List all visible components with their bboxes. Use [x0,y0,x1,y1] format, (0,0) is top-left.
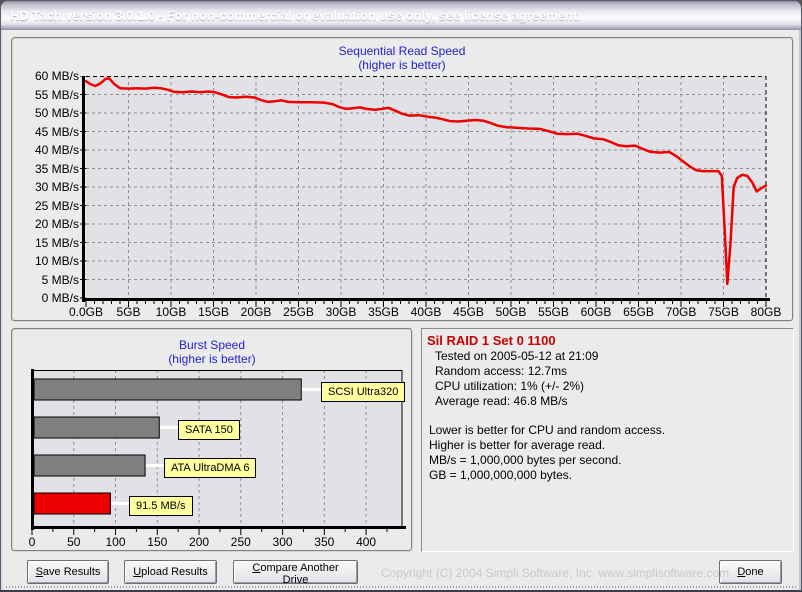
window-bottom-edge [6,586,796,588]
info-note-line: Higher is better for average read. [429,438,789,453]
burst-x-tick-label: 250 [226,535,256,549]
seq-y-tick-label: 20 MB/s [15,217,79,231]
seq-y-tick-label: 45 MB/s [15,125,79,139]
drive-detail-line: Random access: 12.7ms [435,364,789,379]
info-note-line: MB/s = 1,000,000 bytes per second. [429,453,789,468]
seq-y-tick-label: 15 MB/s [15,236,79,250]
seq-y-tick-label: 40 MB/s [15,143,79,157]
title-bar[interactable]: HD Tach version 3.0.1.0 - For non-commer… [1,1,801,30]
burst-x-tick-label: 50 [59,535,89,549]
seq-y-tick-label: 25 MB/s [15,199,79,213]
seq-y-tick-label: 55 MB/s [15,88,79,102]
seq-read-line-chart [80,76,770,308]
burst-x-tick-label: 350 [309,535,339,549]
seq-y-tick-label: 60 MB/s [15,69,79,83]
compare-another-drive-button[interactable]: Compare Another Drive [233,560,358,584]
info-note-line: Lower is better for CPU and random acces… [429,423,789,438]
upload-results-button[interactable]: Upload Results [124,560,217,584]
seq-y-tick-label: 10 MB/s [15,254,79,268]
copyright-text: Copyright (C) 2004 Simpli Software, Inc.… [381,566,696,580]
seq-y-tick-label: 0 MB/s [15,291,79,305]
seq-y-tick-label: 30 MB/s [15,180,79,194]
seq-chart-subtitle: (higher is better) [1,58,802,72]
seq-y-tick-label: 50 MB/s [15,106,79,120]
burst-x-tick-label: 150 [142,535,172,549]
burst-x-tick-label: 100 [101,535,131,549]
burst-bar-label: ATA UltraDMA 6 [164,458,256,478]
drive-test-details: Tested on 2005-05-12 at 21:09Random acce… [435,349,789,409]
burst-x-tick-label: 400 [351,535,381,549]
save-results-button[interactable]: Save Results [27,560,109,584]
burst-bar-label: 91.5 MB/s [129,496,193,516]
drive-name: Sil RAID 1 Set 0 1100 [427,333,789,349]
drive-info-panel: Sil RAID 1 Set 0 1100 Tested on 2005-05-… [421,328,794,552]
burst-x-tick-label: 0 [17,535,47,549]
burst-chart-title: Burst Speed [11,338,413,352]
burst-chart-subtitle: (higher is better) [11,352,413,366]
burst-bar-label: SATA 150 [178,420,240,440]
burst-x-tick-label: 200 [184,535,214,549]
burst-x-tick-label: 300 [268,535,298,549]
drive-detail-line: CPU utilization: 1% (+/- 2%) [435,379,789,394]
seq-chart-title: Sequential Read Speed [1,44,802,58]
hd-tach-window: HD Tach version 3.0.1.0 - For non-commer… [0,0,802,592]
seq-x-tick-label: 80GB [740,305,792,319]
window-title: HD Tach version 3.0.1.0 - For non-commer… [10,8,581,23]
drive-detail-line: Tested on 2005-05-12 at 21:09 [435,349,789,364]
burst-bar-label: SCSI Ultra320 [321,382,405,402]
drive-detail-line: Average read: 46.8 MB/s [435,394,789,409]
info-notes: Lower is better for CPU and random acces… [429,423,789,483]
seq-y-tick-label: 35 MB/s [15,162,79,176]
info-note-line: GB = 1,000,000,000 bytes. [429,468,789,483]
seq-y-tick-label: 5 MB/s [15,273,79,287]
